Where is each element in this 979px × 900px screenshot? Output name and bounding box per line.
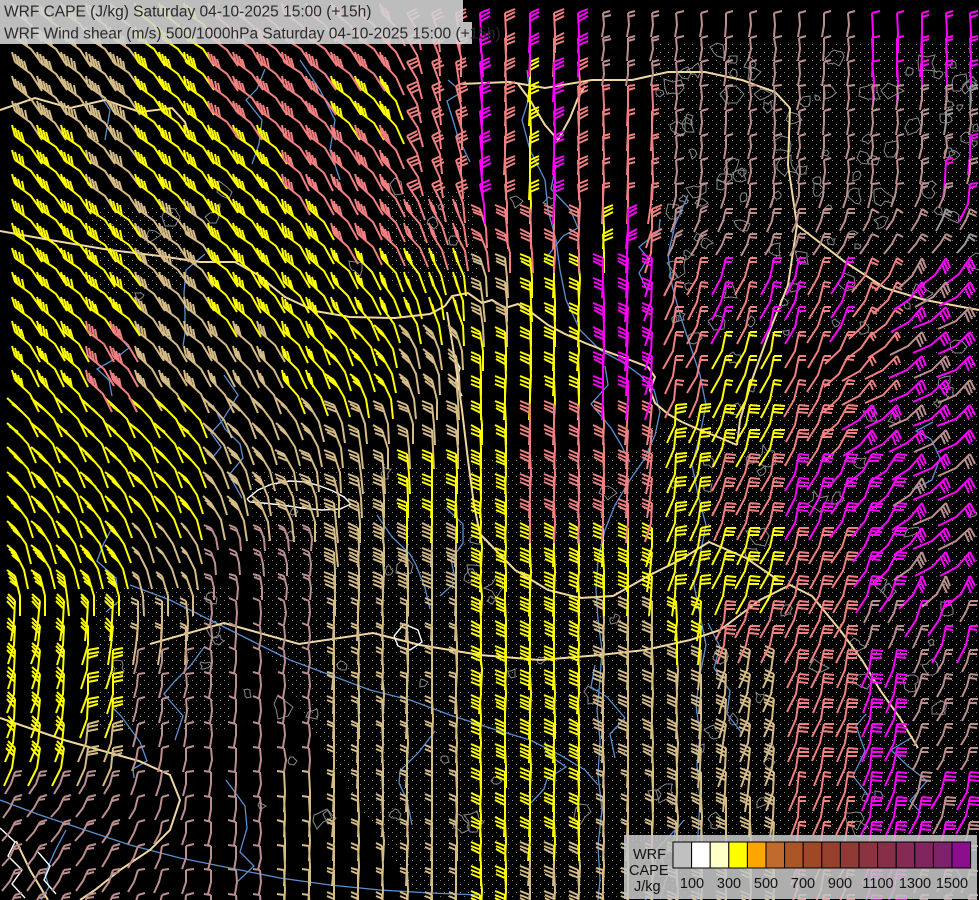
svg-text:300: 300: [717, 876, 741, 892]
svg-text:900: 900: [828, 876, 852, 892]
svg-text:CAPE: CAPE: [629, 863, 669, 879]
svg-text:700: 700: [791, 876, 815, 892]
svg-text:1500: 1500: [936, 876, 968, 892]
svg-text:WRF Wind shear (m/s) 500/1000h: WRF Wind shear (m/s) 500/1000hPa Saturda…: [4, 26, 501, 43]
svg-text:1100: 1100: [862, 876, 893, 892]
svg-text:500: 500: [754, 876, 778, 892]
svg-text:1300: 1300: [899, 876, 931, 892]
svg-text:WRF: WRF: [633, 847, 666, 863]
svg-text:100: 100: [680, 876, 704, 892]
svg-text:WRF CAPE (J/kg) Saturday 04-10: WRF CAPE (J/kg) Saturday 04-10-2025 15:0…: [4, 4, 371, 21]
svg-text:J/kg: J/kg: [634, 879, 661, 895]
